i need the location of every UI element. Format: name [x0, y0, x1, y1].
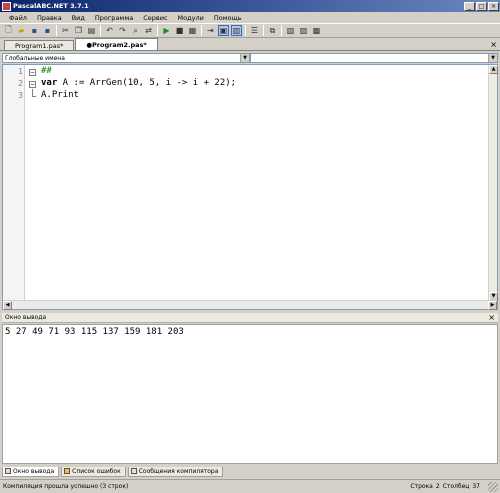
- cursor-col-value: 37: [472, 483, 480, 490]
- title-bar: PascalABC.NET 3.7.1 _ □ ×: [0, 0, 500, 12]
- minimize-button[interactable]: _: [464, 1, 475, 11]
- close-window-button[interactable]: ×: [488, 1, 499, 11]
- layout-split-icon[interactable]: ▥: [231, 25, 242, 36]
- cursor-row-label: Строка: [410, 483, 433, 490]
- find-icon[interactable]: ⌕: [130, 25, 141, 36]
- status-message: Компиляция прошла успешно (3 строк): [3, 483, 129, 490]
- scroll-right-icon[interactable]: ▶: [488, 301, 497, 310]
- menu-view[interactable]: Вид: [67, 14, 90, 22]
- save-icon[interactable]: ▪: [29, 25, 40, 36]
- stop-icon[interactable]: ■: [174, 25, 185, 36]
- cut-icon[interactable]: ✂: [60, 25, 71, 36]
- fold-line: [32, 96, 36, 97]
- tab-program2[interactable]: ●Program2.pas*: [75, 38, 158, 50]
- menu-help[interactable]: Помощь: [209, 14, 247, 22]
- bottom-tabs: Окно вывода Список ошибок Сообщения комп…: [2, 466, 498, 477]
- line-number: 3: [18, 91, 23, 100]
- tab-output-window[interactable]: Окно вывода: [2, 466, 60, 477]
- tab-compiler-messages[interactable]: Сообщения компилятора: [127, 466, 224, 477]
- code-keyword: var: [41, 78, 58, 88]
- line-number: 1: [18, 67, 23, 76]
- tab-program1[interactable]: Program1.pas*: [4, 40, 75, 50]
- menu-service[interactable]: Сервис: [138, 14, 172, 22]
- output-text: 5 27 49 71 93 115 137 159 181 203: [5, 327, 184, 337]
- menu-file[interactable]: Файл: [4, 14, 32, 22]
- status-bar: Компиляция прошла успешно (3 строк) Стро…: [0, 479, 500, 493]
- global-names-select-value: Глобальные имена: [5, 54, 65, 62]
- global-names-select[interactable]: Глобальные имена ▼: [2, 53, 250, 63]
- new-file-icon[interactable]: 🗋: [3, 25, 14, 36]
- format-icon[interactable]: ☰: [249, 25, 260, 36]
- compiler-messages-icon: [130, 468, 137, 474]
- code-line-2: var A := ArrGen(10, 5, i -> i + 22);: [41, 78, 236, 88]
- tab-compiler-messages-label: Сообщения компилятора: [138, 467, 219, 475]
- windows-icon[interactable]: ⧉: [267, 25, 278, 36]
- output-window[interactable]: 5 27 49 71 93 115 137 159 181 203: [2, 324, 498, 464]
- tab-output-window-label: Окно вывода: [13, 467, 55, 475]
- fold-toggle-icon[interactable]: −: [29, 69, 36, 76]
- code-text: A := ArrGen(10, 5, i -> i + 22);: [57, 78, 237, 88]
- scroll-up-icon[interactable]: ▲: [489, 65, 498, 74]
- cursor-row-value: 2: [435, 483, 440, 490]
- menu-modules[interactable]: Модули: [173, 14, 209, 22]
- toolbar: 🗋 ▰ ▪ ▪ ✂ ❐ ▤ ↶ ↷ ⌕ ⇄ ▶ ■ ▦ ⇥ ▣ ▥ ☰ ⧉ ▧ …: [0, 23, 500, 38]
- editor-vertical-scrollbar[interactable]: ▲ ▼: [488, 65, 498, 301]
- error-list-icon: [64, 468, 71, 474]
- chevron-down-icon[interactable]: ▼: [240, 54, 249, 62]
- editor-tabs: Program1.pas* ●Program2.pas*: [0, 38, 500, 51]
- cursor-col-label: Столбец: [442, 483, 470, 490]
- layout-icon[interactable]: ▣: [218, 25, 229, 36]
- code-line-3: A.Print: [41, 90, 79, 100]
- menu-edit[interactable]: Правка: [32, 14, 67, 22]
- settings-icon[interactable]: ▧: [285, 25, 296, 36]
- debug-icon[interactable]: ▦: [187, 25, 198, 36]
- maximize-button[interactable]: □: [476, 1, 487, 11]
- close-tab-icon[interactable]: ×: [490, 40, 497, 49]
- scroll-left-icon[interactable]: ◀: [3, 301, 12, 310]
- output-panel-header: Окно вывода ×: [2, 313, 498, 323]
- output-icon[interactable]: ▨: [298, 25, 309, 36]
- chevron-down-icon[interactable]: ▼: [488, 54, 497, 62]
- navigation-combos: Глобальные имена ▼ ▼: [2, 53, 498, 63]
- paste-icon[interactable]: ▤: [86, 25, 97, 36]
- output-panel-title: Окно вывода: [5, 314, 47, 321]
- step-over-icon[interactable]: ⇥: [205, 25, 216, 36]
- fold-toggle-icon[interactable]: −: [29, 81, 36, 88]
- help-icon[interactable]: ▩: [311, 25, 322, 36]
- menu-bar: Файл Правка Вид Программа Сервис Модули …: [0, 12, 500, 23]
- menu-program[interactable]: Программа: [90, 14, 138, 22]
- window-title: PascalABC.NET 3.7.1: [13, 2, 89, 10]
- close-output-icon[interactable]: ×: [488, 313, 495, 322]
- replace-icon[interactable]: ⇄: [143, 25, 154, 36]
- app-icon: [2, 1, 11, 11]
- output-window-icon: [5, 468, 11, 474]
- run-icon[interactable]: ▶: [161, 25, 172, 36]
- line-number: 2: [18, 79, 23, 88]
- resize-grip-icon[interactable]: [488, 481, 498, 492]
- undo-icon[interactable]: ↶: [104, 25, 115, 36]
- open-icon[interactable]: ▰: [16, 25, 27, 36]
- code-line-1: ##: [41, 66, 52, 76]
- tab-error-list-label: Список ошибок: [72, 467, 121, 475]
- copy-icon[interactable]: ❐: [73, 25, 84, 36]
- save-all-icon[interactable]: ▪: [42, 25, 53, 36]
- members-select[interactable]: ▼: [250, 53, 498, 63]
- editor-horizontal-scrollbar[interactable]: ◀ ▶: [3, 300, 497, 310]
- code-editor[interactable]: 1 2 3 − − ## var A := ArrGen(10, 5, i ->…: [2, 64, 498, 310]
- redo-icon[interactable]: ↷: [117, 25, 128, 36]
- tab-error-list[interactable]: Список ошибок: [61, 466, 126, 477]
- line-number-gutter: 1 2 3: [3, 65, 25, 301]
